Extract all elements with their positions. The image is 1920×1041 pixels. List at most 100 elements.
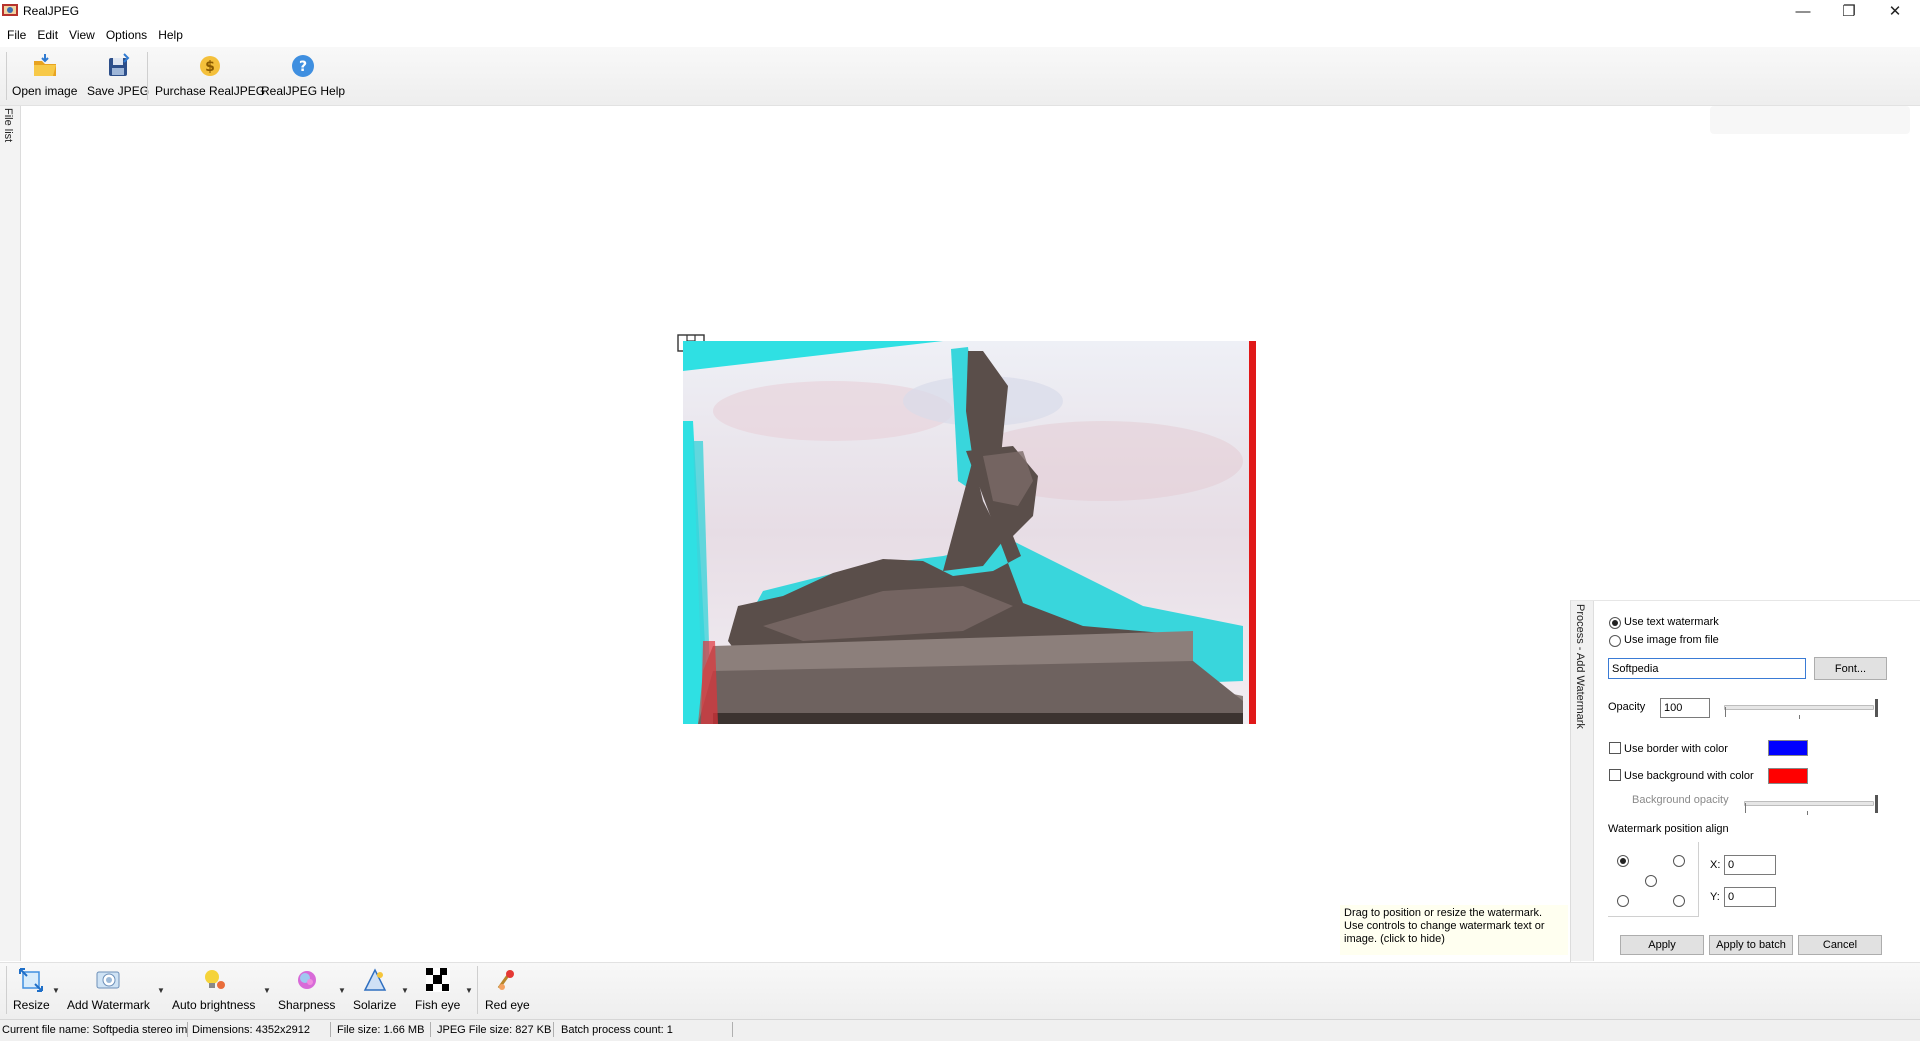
fish-eye-dropdown-arrow[interactable]: ▼ [465,986,473,995]
resize-button[interactable]: Resize [13,966,50,1012]
sharpness-dropdown-arrow[interactable]: ▼ [338,986,346,995]
use-text-watermark-label: Use text watermark [1624,616,1719,628]
background-opacity-slider[interactable] [1744,795,1878,815]
save-disk-icon [109,53,130,76]
resize-icon [19,968,44,992]
sharpness-button[interactable]: Sharpness [278,966,335,1012]
solarize-dropdown-arrow[interactable]: ▼ [401,986,409,995]
x-input[interactable] [1724,855,1776,875]
status-separator [430,1022,431,1037]
slider-tick [1745,803,1746,813]
background-color-swatch[interactable] [1768,768,1808,784]
window-title: RealJPEG [23,4,80,18]
svg-text:$: $ [205,59,215,75]
open-image-button[interactable]: Open image [12,52,77,98]
menu-options[interactable]: Options [102,25,151,45]
menu-file[interactable]: File [3,25,30,45]
x-label: X: [1710,859,1721,871]
watermark-text-input[interactable] [1608,658,1806,679]
help-label: RealJPEG Help [261,84,346,98]
align-center-radio[interactable] [1645,875,1657,887]
opacity-label: Opacity [1608,701,1646,713]
toolbar-separator [147,52,148,100]
add-watermark-label: Add Watermark [67,998,150,1012]
restore-button[interactable]: ❐ [1826,0,1872,22]
menu-help[interactable]: Help [154,25,187,45]
open-image-label: Open image [12,84,78,98]
solarize-label: Solarize [353,998,397,1012]
help-button[interactable]: ? RealJPEG Help [261,52,345,98]
purchase-label: Purchase RealJPEG [155,84,266,98]
solarize-icon [363,968,386,991]
canvas-overlay-box [1710,106,1910,134]
bg-opacity-slider-track [1744,801,1874,806]
close-button[interactable]: ✕ [1872,0,1918,22]
use-image-radio[interactable] [1609,635,1621,647]
use-text-watermark-radio[interactable] [1609,617,1621,629]
use-background-checkbox[interactable] [1609,769,1621,781]
toolbar-grip [6,52,7,100]
red-eye-icon [498,970,515,990]
font-button[interactable]: Font... [1814,657,1887,680]
bg-opacity-slider-thumb[interactable] [1875,795,1878,813]
status-separator [732,1022,733,1037]
watermark-panel-title: Process - Add Watermark [1574,604,1586,729]
add-watermark-button[interactable]: Add Watermark [67,966,150,1012]
file-list-label: File list [2,108,14,143]
status-separator [553,1022,554,1037]
y-label: Y: [1710,891,1720,903]
opacity-slider[interactable] [1724,699,1878,719]
purchase-button[interactable]: $ Purchase RealJPEG [155,52,265,98]
status-jpeg-size: JPEG File size: 827 KB [437,1024,552,1036]
slider-tick [1807,811,1808,815]
save-jpeg-button[interactable]: Save JPEG [87,52,149,98]
align-bottom-left-radio[interactable] [1617,895,1629,907]
apply-to-batch-button[interactable]: Apply to batch [1709,935,1793,955]
folder-icon [33,54,56,76]
fish-eye-label: Fish eye [415,998,461,1012]
toolbar-grip [6,966,7,1014]
add-watermark-dropdown-arrow[interactable]: ▼ [157,986,165,995]
app-icon [2,4,18,16]
status-dimensions: Dimensions: 4352x2912 [192,1024,311,1036]
help-icon: ? [292,55,315,77]
menu-edit[interactable]: Edit [33,25,62,45]
status-separator [330,1022,331,1037]
sharpness-label: Sharpness [278,998,336,1012]
red-eye-label: Red eye [485,998,530,1012]
align-top-left-radio[interactable] [1617,855,1629,867]
use-border-checkbox[interactable] [1609,742,1621,754]
file-list-panel-tab[interactable] [0,106,21,961]
title-bar [0,0,1920,22]
photo-preview[interactable] [683,341,1256,724]
red-eye-button[interactable]: Red eye [485,966,530,1012]
opacity-slider-thumb[interactable] [1875,699,1878,717]
align-top-right-radio[interactable] [1673,855,1685,867]
menu-view[interactable]: View [65,25,99,45]
border-color-swatch[interactable] [1768,740,1808,756]
watermark-hint-tooltip[interactable]: Drag to position or resize the watermark… [1340,905,1568,955]
resize-dropdown-arrow[interactable]: ▼ [52,986,60,995]
sharpness-icon [297,971,316,989]
opacity-input[interactable] [1660,698,1710,718]
opacity-slider-track [1724,705,1874,710]
cancel-button[interactable]: Cancel [1798,935,1882,955]
background-opacity-label: Background opacity [1632,794,1729,806]
slider-tick [1725,707,1726,717]
use-background-label: Use background with color [1624,770,1754,782]
align-bottom-right-radio[interactable] [1673,895,1685,907]
fish-eye-icon [425,968,450,992]
solarize-button[interactable]: Solarize [353,966,396,1012]
status-separator [187,1022,188,1037]
auto-brightness-dropdown-arrow[interactable]: ▼ [263,986,271,995]
apply-button[interactable]: Apply [1620,935,1704,955]
slider-tick [1799,715,1800,719]
status-file-name: Current file name: Softpedia stereo im [2,1024,188,1036]
save-jpeg-label: Save JPEG [87,84,150,98]
status-file-size: File size: 1.66 MB [337,1024,425,1036]
auto-brightness-button[interactable]: Auto brightness [172,966,255,1012]
fish-eye-button[interactable]: Fish eye [415,966,460,1012]
minimize-button[interactable]: — [1780,0,1826,22]
y-input[interactable] [1724,887,1776,907]
resize-label: Resize [13,998,50,1012]
